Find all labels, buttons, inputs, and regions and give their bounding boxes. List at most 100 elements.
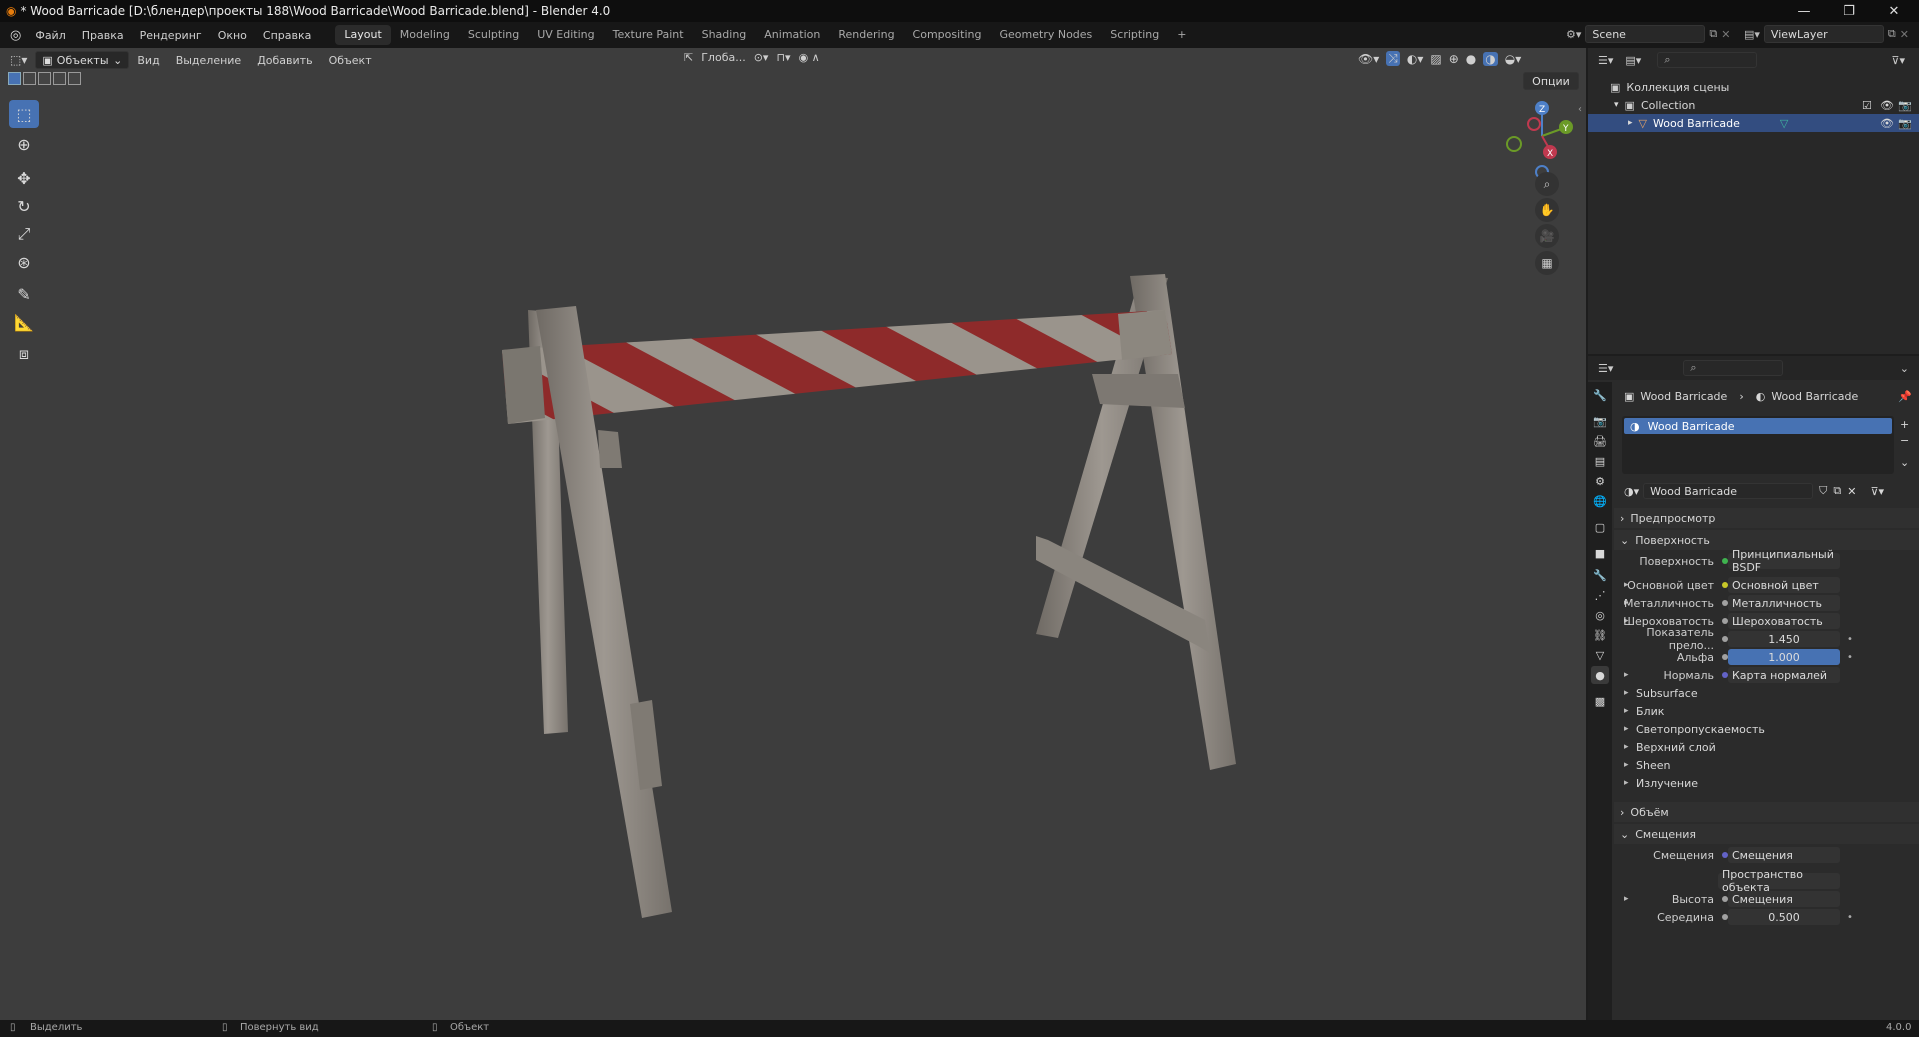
section-displacement[interactable]: ⌄ Смещения (1614, 824, 1919, 844)
close-button[interactable]: ✕ (1871, 0, 1917, 22)
outliner-search-input[interactable]: ⌕ (1657, 52, 1758, 68)
new-view-layer-icon[interactable]: ⧉ (1888, 27, 1896, 41)
expand-arrow-icon[interactable]: ▸ (1624, 778, 1629, 788)
data-tab-icon[interactable]: ▽ (1591, 646, 1609, 664)
tab-animation[interactable]: Animation (755, 25, 829, 45)
tab-scripting[interactable]: Scripting (1101, 25, 1168, 45)
material-slot-item[interactable]: ◑ Wood Barricade (1624, 418, 1892, 434)
view-layer-icon[interactable]: ▤▾ (1744, 28, 1760, 41)
display-mode-icon[interactable]: ▤▾ (1625, 54, 1641, 67)
unlink-material-icon[interactable]: ✕ (1847, 485, 1856, 498)
menu-file[interactable]: Файл (27, 29, 73, 42)
render-tab-icon[interactable]: 📷 (1591, 412, 1609, 430)
view-layer-field[interactable]: ViewLayer (1763, 25, 1884, 43)
render-camera-icon[interactable]: 📷 (1898, 117, 1912, 130)
keyframe-icon[interactable]: • (1847, 652, 1853, 663)
fake-user-icon[interactable]: ⛉ (1819, 484, 1827, 498)
expand-arrow-icon[interactable]: ▸ (1624, 706, 1629, 716)
subpanel-1[interactable]: ▸ Блик (1614, 702, 1919, 720)
displacement-value-field[interactable]: Пространство объекта (1718, 868, 1840, 894)
view-layer-tab-icon[interactable]: ▤ (1591, 452, 1609, 470)
exclude-checkbox-icon[interactable]: ☑ (1862, 99, 1872, 112)
subpanel-0[interactable]: ▸ Subsurface (1614, 684, 1919, 702)
tab-sculpting[interactable]: Sculpting (459, 25, 528, 45)
surface-value-field[interactable]: Основной цвет (1728, 577, 1840, 593)
menu-help[interactable]: Справка (255, 29, 319, 42)
surface-value-field[interactable]: Карта нормалей (1728, 667, 1840, 683)
subpanel-5[interactable]: ▸ Излучение (1614, 774, 1919, 792)
section-preview[interactable]: › Предпросмотр (1614, 508, 1919, 528)
expand-arrow-icon[interactable]: ▾ (1614, 100, 1619, 110)
outliner-row-collection[interactable]: ▾ ▣ Collection ☑ 👁 📷 (1588, 96, 1919, 114)
expand-arrow-icon[interactable]: ▸ (1624, 742, 1629, 752)
material-tab-icon[interactable]: ● (1591, 666, 1609, 684)
displacement-value-field[interactable]: 0.500 (1728, 909, 1840, 925)
add-slot-icon[interactable]: + (1900, 418, 1909, 431)
surface-value-field[interactable]: Принципиальный BSDF (1728, 548, 1840, 574)
surface-value-field[interactable]: 1.450 (1728, 631, 1840, 647)
modifier-tab-icon[interactable]: 🔧 (1591, 566, 1609, 584)
visibility-eye-icon[interactable]: 👁 (1880, 99, 1894, 112)
surface-value-field[interactable]: Металличность (1728, 595, 1840, 611)
scene-tab-icon[interactable]: ⚙ (1591, 472, 1609, 490)
new-scene-icon[interactable]: ⧉ (1709, 27, 1717, 41)
world-tab-icon[interactable]: 🌐 (1591, 492, 1609, 510)
visibility-eye-icon[interactable]: 👁 (1880, 117, 1894, 130)
slot-menu-icon[interactable]: ⌄ (1900, 456, 1909, 469)
menu-render[interactable]: Рендеринг (132, 29, 210, 42)
wood-barricade-model[interactable] (0, 48, 1586, 1020)
expand-arrow-icon[interactable]: ▸ (1624, 760, 1629, 770)
tab-rendering[interactable]: Rendering (829, 25, 903, 45)
keyframe-icon[interactable]: • (1847, 634, 1853, 645)
surface-value-field[interactable]: Шероховатость (1728, 613, 1840, 629)
object-tab-icon[interactable]: ■ (1591, 544, 1609, 562)
tab-modeling[interactable]: Modeling (391, 25, 459, 45)
minimize-button[interactable]: — (1781, 0, 1827, 22)
expand-arrow-icon[interactable]: ▸ (1624, 688, 1629, 698)
tool-tab-icon[interactable]: 🔧 (1591, 386, 1609, 404)
pin-icon[interactable]: 📌 (1898, 390, 1912, 403)
material-slot-list[interactable]: ◑ Wood Barricade (1622, 416, 1894, 474)
subpanel-3[interactable]: ▸ Верхний слой (1614, 738, 1919, 756)
add-workspace-button[interactable]: + (1168, 25, 1195, 45)
3d-viewport[interactable]: ⬚▾ ▣ Объекты ⌄ Вид Выделение Добавить Об… (0, 48, 1586, 1020)
chevron-down-icon[interactable]: ⌄ (1900, 362, 1909, 375)
section-surface[interactable]: ⌄ Поверхность (1614, 530, 1919, 550)
collection-tab-icon[interactable]: ▢ (1591, 518, 1609, 536)
tab-compositing[interactable]: Compositing (904, 25, 991, 45)
tab-layout[interactable]: Layout (335, 25, 391, 45)
texture-tab-icon[interactable]: ▩ (1591, 692, 1609, 710)
remove-slot-icon[interactable]: − (1900, 434, 1909, 447)
scene-field[interactable]: Scene (1585, 25, 1706, 43)
subpanel-4[interactable]: ▸ Sheen (1614, 756, 1919, 774)
duplicate-material-icon[interactable]: ⧉ (1833, 484, 1841, 498)
outliner-editor-icon[interactable]: ☰▾ (1598, 54, 1613, 67)
physics-tab-icon[interactable]: ◎ (1591, 606, 1609, 624)
scene-icon[interactable]: ⚙▾ (1566, 28, 1581, 41)
outliner-row-wood-barricade[interactable]: ▸ ▽ Wood Barricade ▽ 👁 📷 (1588, 114, 1919, 132)
displacement-value-field[interactable]: Смещения (1728, 891, 1840, 907)
material-name-field[interactable]: Wood Barricade (1643, 483, 1814, 499)
constraints-tab-icon[interactable]: ⛓ (1591, 626, 1609, 644)
output-tab-icon[interactable]: 🖨 (1591, 432, 1609, 450)
tab-shading[interactable]: Shading (693, 25, 756, 45)
displacement-value-field[interactable]: Смещения (1728, 847, 1840, 863)
blender-menu-icon[interactable]: ◎ (10, 28, 21, 43)
menu-edit[interactable]: Правка (74, 29, 132, 42)
render-camera-icon[interactable]: 📷 (1898, 99, 1912, 112)
link-filter-icon[interactable]: ⊽▾ (1870, 485, 1884, 498)
tab-texture-paint[interactable]: Texture Paint (604, 25, 693, 45)
outliner-row-scene-collection[interactable]: ▣ Коллекция сцены (1588, 78, 1919, 96)
menu-window[interactable]: Окно (210, 29, 255, 42)
properties-editor-icon[interactable]: ☰▾ (1598, 362, 1613, 375)
properties-search-input[interactable]: ⌕ (1683, 360, 1784, 376)
surface-value-field[interactable]: 1.000 (1728, 649, 1840, 665)
remove-view-layer-icon[interactable]: ✕ (1900, 28, 1909, 41)
browse-material-icon[interactable]: ◑▾ (1624, 485, 1639, 498)
filter-icon[interactable]: ⊽▾ (1891, 54, 1905, 67)
expand-arrow-icon[interactable]: ▸ (1624, 724, 1629, 734)
section-volume[interactable]: › Объём (1614, 802, 1919, 822)
tab-uv-editing[interactable]: UV Editing (528, 25, 603, 45)
remove-scene-icon[interactable]: ✕ (1721, 28, 1730, 41)
maximize-button[interactable]: ❐ (1826, 0, 1872, 22)
